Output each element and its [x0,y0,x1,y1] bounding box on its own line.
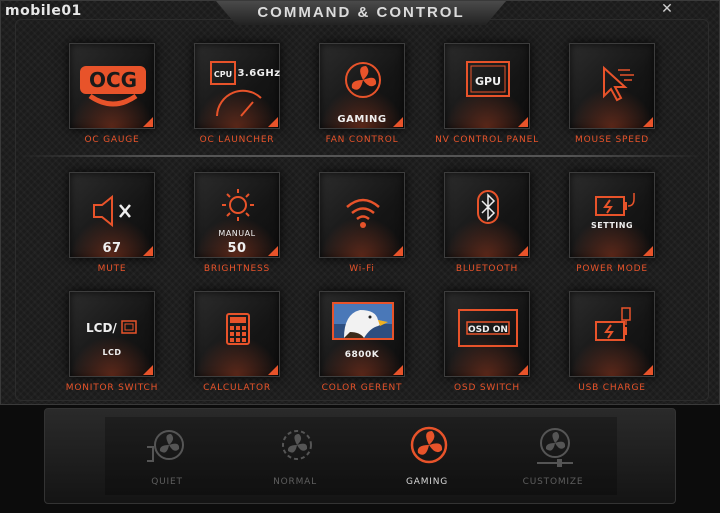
osd-icon: OSD ON [458,309,518,347]
tile-label-brightness: BRIGHTNESS [203,264,271,274]
oc-gauge-icon: OCG [80,66,146,107]
tile-label-color-gerent: COLOR GERENT [321,383,403,393]
mode-normal[interactable]: NORMAL [235,409,355,499]
mode-label-normal: NORMAL [273,477,317,487]
tile-usb-charge[interactable] [569,291,655,377]
watermark: mobile01 [5,3,82,19]
tile-label-power-mode: POWER MODE [576,264,648,274]
command-control-window: mobile01 COMMAND & CONTROL ✕ OCG OC GAUG… [0,0,720,405]
mode-customize[interactable]: CUSTOMIZE [493,409,613,499]
tile-osd-switch[interactable]: OSD ON [444,291,530,377]
customize-fan-icon [537,428,573,467]
window-title: COMMAND & CONTROL [216,1,506,25]
monitor-output-text: LCD [102,348,122,357]
brightness-mode: MANUAL [218,229,256,238]
tile-label-mouse-speed: MOUSE SPEED [575,135,649,145]
mode-quiet[interactable]: QUIET [107,409,227,499]
close-button[interactable]: ✕ [659,1,675,17]
tile-label-monitor-switch: MONITOR SWITCH [65,383,159,393]
gpu-icon: GPU [466,61,510,97]
quiet-fan-icon [147,430,184,462]
gaming-fan-icon [410,426,448,464]
tile-label-wifi: Wi-Fi [349,264,375,274]
tile-monitor-switch[interactable]: LCD/ LCD [69,291,155,377]
lcd-switch-label: LCD/ [86,321,117,335]
usb-battery-icon [595,307,631,341]
gpu-chip-label: GPU [475,75,501,88]
battery-plug-icon [595,193,635,216]
fan-mode-bar: QUIET NORMAL GAMING CUSTOMIZE [44,408,676,504]
normal-fan-icon [282,430,312,460]
monitor-switch-icon: LCD/ [86,320,137,335]
volume-value: 67 [102,241,122,256]
tile-nv-control-panel[interactable]: GPU [444,43,530,129]
tile-oc-gauge[interactable]: OCG [69,43,155,129]
mode-label-customize: CUSTOMIZE [522,477,584,487]
osd-state-label: OSD ON [468,325,508,335]
svg-text:OCG: OCG [89,68,137,92]
tile-label-usb-charge: USB CHARGE [578,383,646,393]
power-mode-setting: SETTING [590,221,634,230]
tile-label-fan-control: FAN CONTROL [325,135,399,145]
tile-mute[interactable]: 67 [69,172,155,258]
tile-bluetooth[interactable] [444,172,530,258]
color-temperature: 6800K [344,350,380,360]
cpu-gauge-icon: CPU [210,61,262,117]
tile-color-gerent[interactable]: 6800K [319,291,405,377]
wifi-icon [346,198,380,228]
mode-gaming[interactable]: GAMING [367,409,487,499]
tile-oc-launcher[interactable]: CPU 3.6GHz [194,43,280,129]
tile-brightness[interactable]: MANUAL 50 [194,172,280,258]
bluetooth-icon [477,190,499,224]
tile-label-oc-launcher: OC LAUNCHER [199,135,275,145]
tile-label-osd-switch: OSD SWITCH [454,383,520,393]
brightness-value: 50 [227,241,247,256]
tile-mouse-speed[interactable] [569,43,655,129]
mouse-cursor-icon [603,65,634,102]
fan-mode-text: GAMING [337,114,387,125]
mode-label-gaming: GAMING [405,477,449,487]
cpu-frequency: 3.6GHz [237,68,281,79]
tile-fan-control[interactable]: GAMING [319,43,405,129]
calculator-icon [226,313,250,345]
tile-label-bluetooth: BLUETOOTH [455,264,519,274]
mode-label-quiet: QUIET [151,477,183,487]
eagle-photo-icon [332,302,394,340]
tile-label-calculator: CALCULATOR [203,383,271,393]
tile-label-oc-gauge: OC GAUGE [84,135,140,145]
tile-wifi[interactable] [319,172,405,258]
tile-calculator[interactable] [194,291,280,377]
tile-label-mute: MUTE [97,264,127,274]
tile-label-nv-control-panel: NV CONTROL PANEL [435,135,539,145]
row-divider [19,155,703,157]
tile-power-mode[interactable]: SETTING [569,172,655,258]
